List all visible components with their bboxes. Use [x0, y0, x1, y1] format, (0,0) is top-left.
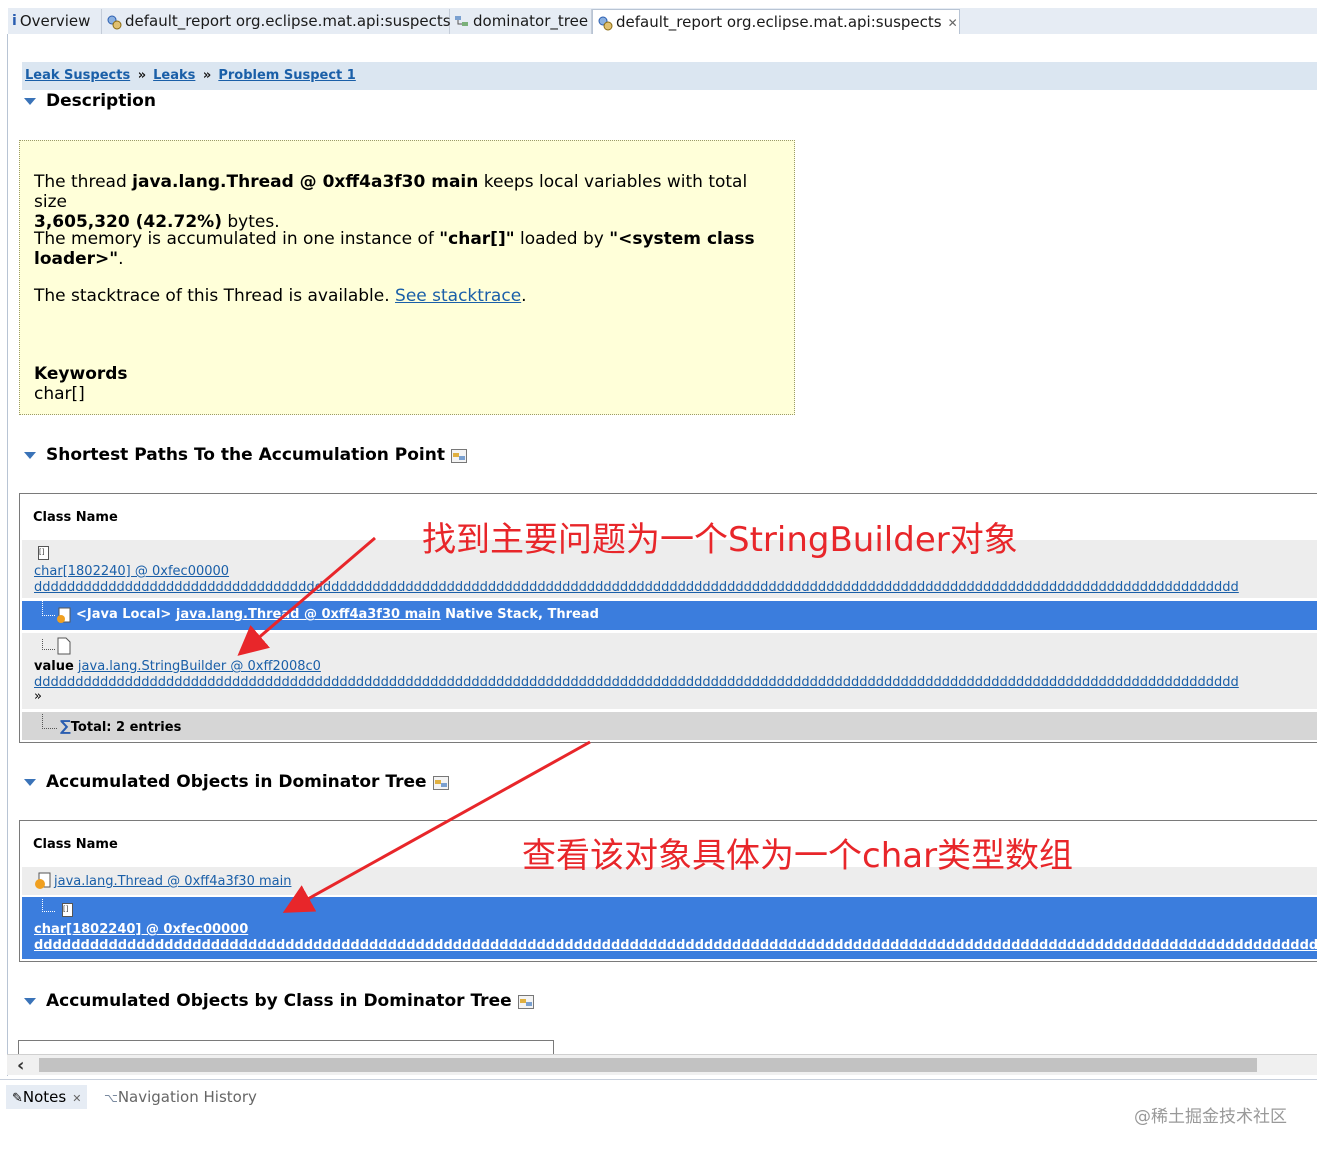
object-link[interactable]: char[1802240] @ 0xfec00000 [34, 564, 229, 579]
tree-connector [42, 639, 55, 650]
array-icon [62, 903, 73, 917]
by-class-header[interactable]: Accumulated Objects by Class in Dominato… [24, 991, 534, 1011]
breadcrumb-problem-suspect[interactable]: Problem Suspect 1 [218, 68, 356, 83]
report-icon [107, 15, 122, 29]
stringbuilder-link[interactable]: java.lang.StringBuilder @ 0xff2008c0 [78, 659, 321, 674]
close-icon[interactable]: ✕ [72, 1092, 81, 1105]
column-header-class-name[interactable]: Class Name [33, 837, 118, 852]
thread-icon [35, 872, 51, 889]
description-paragraph-3: The stacktrace of this Thread is availab… [34, 286, 527, 306]
see-stacktrace-link[interactable]: See stacktrace [395, 286, 521, 306]
tab-notes[interactable]: ✎Notes ✕ [6, 1085, 88, 1109]
keywords-block: Keywords char[] [34, 364, 784, 404]
thread-link[interactable]: java.lang.Thread @ 0xff4a3f30 main [176, 607, 441, 622]
history-icon: ⌥ [104, 1091, 118, 1105]
object-icon [57, 637, 71, 655]
watermark: @稀土掘金技术社区 [1134, 1107, 1287, 1127]
open-query-icon[interactable] [450, 448, 467, 463]
tab-dominator-tree[interactable]: dominator_tree [450, 9, 592, 34]
description-paragraph-1: The thread java.lang.Thread @ 0xff4a3f30… [34, 172, 748, 232]
field-reference: value java.lang.StringBuilder @ 0xff2008… [34, 659, 321, 674]
info-icon: i [12, 13, 17, 29]
tree-connector [42, 601, 55, 616]
breadcrumb-separator: » [137, 68, 147, 83]
scrollbar-thumb[interactable] [39, 1058, 1257, 1072]
horizontal-scrollbar[interactable]: ‹ [7, 1054, 1317, 1076]
description-box: The thread java.lang.Thread @ 0xff4a3f30… [19, 140, 795, 415]
close-icon[interactable]: ✕ [948, 16, 958, 30]
annotation-top: 找到主要问题为一个StringBuilder对象 [422, 520, 1018, 560]
tab-default-report-1[interactable]: default_report org.eclipse.mat.api:suspe… [102, 9, 451, 34]
breadcrumb-leak-suspects[interactable]: Leak Suspects [25, 68, 130, 83]
breadcrumb: Leak Suspects » Leaks » Problem Suspect 1 [22, 62, 1317, 90]
table-row-selected[interactable]: char[1802240] @ 0xfec00000 ddddddddddddd… [22, 897, 1317, 959]
expand-triangle-icon[interactable] [24, 451, 36, 459]
table-row-selected[interactable]: <Java Local> java.lang.Thread @ 0xff4a3f… [22, 601, 1317, 630]
shortest-paths-header[interactable]: Shortest Paths To the Accumulation Point [24, 445, 467, 465]
bottom-view-tabs: ✎Notes ✕ ⌥Navigation History @稀土掘金技术社区 [0, 1079, 1317, 1153]
scroll-left-icon[interactable]: ‹ [17, 1055, 24, 1076]
object-value-text[interactable]: dddddddddddddddddddddddddddddddddddddddd… [34, 938, 1317, 953]
description-header[interactable]: Description [24, 91, 156, 111]
notes-icon: ✎ [12, 1091, 23, 1106]
tree-icon [455, 15, 468, 26]
more-indicator[interactable]: » [34, 689, 42, 704]
dominator-tree-header[interactable]: Accumulated Objects in Dominator Tree [24, 772, 449, 792]
column-header-class-name[interactable]: Class Name [33, 510, 118, 525]
open-query-icon[interactable] [432, 775, 449, 790]
expand-triangle-icon[interactable] [24, 778, 36, 786]
annotation-bottom: 查看该对象具体为一个char类型数组 [522, 836, 1074, 876]
object-value-text[interactable]: dddddddddddddddddddddddddddddddddddddddd… [34, 580, 1317, 595]
tab-overview[interactable]: i Overview [8, 9, 102, 34]
array-icon [38, 546, 49, 560]
tree-connector [42, 714, 57, 729]
tab-navigation-history[interactable]: ⌥Navigation History [104, 1088, 257, 1106]
tab-default-report-2[interactable]: default_report org.eclipse.mat.api:suspe… [592, 9, 960, 35]
char-array-link[interactable]: char[1802240] @ 0xfec00000 [34, 922, 248, 937]
open-query-icon[interactable] [517, 994, 534, 1009]
breadcrumb-separator: » [202, 68, 212, 83]
total-label: ∑Total: 2 entries [60, 717, 182, 735]
object-value-text[interactable]: dddddddddddddddddddddddddddddddddddddddd… [34, 675, 1317, 690]
breadcrumb-leaks[interactable]: Leaks [153, 68, 195, 83]
expand-triangle-icon[interactable] [24, 97, 36, 105]
java-local-label: <Java Local> java.lang.Thread @ 0xff4a3f… [76, 607, 599, 622]
report-icon [598, 16, 613, 30]
sum-icon: ∑ [60, 717, 71, 735]
thread-link[interactable]: java.lang.Thread @ 0xff4a3f30 main [54, 874, 291, 889]
keywords-value: char[] [34, 384, 85, 404]
total-row: ∑Total: 2 entries [22, 712, 1317, 740]
description-paragraph-2: The memory is accumulated in one instanc… [34, 229, 755, 269]
editor-tab-bar: i Overview default_report org.eclipse.mat… [0, 0, 1317, 35]
tree-connector [42, 899, 55, 912]
thread-icon [57, 607, 71, 623]
keywords-label: Keywords [34, 364, 128, 384]
table-row[interactable]: value java.lang.StringBuilder @ 0xff2008… [22, 633, 1317, 709]
expand-triangle-icon[interactable] [24, 997, 36, 1005]
